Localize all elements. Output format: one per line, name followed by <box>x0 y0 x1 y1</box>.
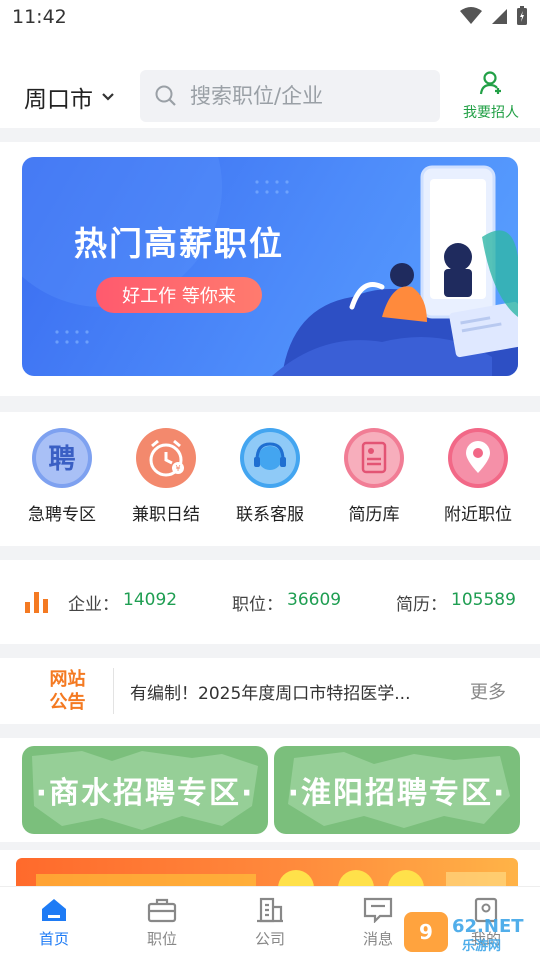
status-icons <box>460 6 528 26</box>
tab-home[interactable]: 首页 <box>0 887 108 960</box>
recruit-label: 我要招人 <box>463 105 519 121</box>
stat-value: 14092 <box>123 589 178 610</box>
location-pin-icon <box>448 428 508 488</box>
zone-label: ·淮阳招聘专区· <box>287 776 507 811</box>
battery-icon <box>517 6 527 25</box>
svg-text:乐游网: 乐游网 <box>462 938 501 954</box>
tab-companies[interactable]: 公司 <box>216 887 324 960</box>
cell-signal-icon <box>492 9 507 24</box>
zone-huaiyang[interactable]: ·淮阳招聘专区· <box>274 746 520 834</box>
city-selector[interactable]: 周口市 <box>24 80 115 114</box>
promo-strip[interactable] <box>16 858 518 888</box>
notice-section: 网站 公告 有编制！2025年度周口市特招医学... 更多 <box>0 658 540 724</box>
status-time: 11:42 <box>12 6 67 28</box>
zone-shangshui[interactable]: ·商水招聘专区· <box>22 746 268 834</box>
quick-link-part-time[interactable]: ¥ 兼职日结 <box>114 428 218 525</box>
tab-label: 首页 <box>38 930 69 948</box>
stat-jobs: 职位： 36609 <box>232 590 396 615</box>
notice-bar[interactable]: 网站 公告 有编制！2025年度周口市特招医学... 更多 <box>0 658 540 724</box>
watermark-logo: 9 62.NET 乐游网 <box>404 910 534 954</box>
tab-label: 消息 <box>362 930 393 948</box>
quick-link-label: 简历库 <box>348 505 400 525</box>
stats-section: 企业： 14092 职位： 36609 简历： 105589 <box>0 560 540 644</box>
stat-value: 36609 <box>287 589 342 610</box>
quick-link-label: 附近职位 <box>444 505 512 525</box>
stat-value: 105589 <box>451 589 516 610</box>
recruit-button[interactable]: 我要招人 <box>458 70 524 122</box>
user-add-icon <box>479 71 501 95</box>
banner-pill: 好工作 等你来 <box>96 277 262 313</box>
hiring-badge-icon: 聘 <box>32 428 92 488</box>
alarm-clock-icon: ¥ <box>136 428 196 488</box>
wifi-icon <box>460 7 482 24</box>
stat-label: 简历： <box>396 594 447 615</box>
quick-links-section: 聘 急聘专区 ¥ 兼职日结 联系客服 简历库 附近职位 <box>0 412 540 546</box>
home-icon <box>42 899 66 921</box>
notice-tag-line: 公告 <box>49 692 86 713</box>
status-bar: 11:42 <box>0 0 540 36</box>
bar-chart-icon <box>25 592 48 613</box>
quick-link-label: 急聘专区 <box>28 505 96 525</box>
banner-illustration <box>22 157 518 376</box>
zone-label: ·商水招聘专区· <box>35 776 255 811</box>
search-icon <box>155 85 176 106</box>
tab-label: 公司 <box>254 930 285 948</box>
resume-document-icon <box>344 428 404 488</box>
tab-jobs[interactable]: 职位 <box>108 887 216 960</box>
quick-link-customer-service[interactable]: 联系客服 <box>218 428 322 525</box>
promo-banner[interactable]: 热门高薪职位 好工作 等你来 <box>22 157 518 376</box>
city-label: 周口市 <box>24 87 93 113</box>
tab-label: 职位 <box>146 930 177 948</box>
banner-title: 热门高薪职位 <box>74 224 284 263</box>
briefcase-icon <box>147 898 177 923</box>
notice-tag-line: 网站 <box>49 669 86 690</box>
quick-link-urgent-hiring[interactable]: 聘 急聘专区 <box>10 428 114 525</box>
notice-more-link[interactable]: 更多 <box>470 678 506 704</box>
svg-text:9: 9 <box>419 920 433 944</box>
svg-text:62.NET: 62.NET <box>452 916 524 937</box>
svg-text:聘: 聘 <box>49 444 76 475</box>
quick-link-resume-library[interactable]: 简历库 <box>322 428 426 525</box>
stat-resumes: 简历： 105589 <box>396 590 516 615</box>
stat-label: 职位： <box>232 594 283 615</box>
search-box[interactable] <box>140 70 440 122</box>
quick-links-row: 聘 急聘专区 ¥ 兼职日结 联系客服 简历库 附近职位 <box>0 428 540 525</box>
chevron-down-icon <box>102 93 114 101</box>
notice-text[interactable]: 有编制！2025年度周口市特招医学... <box>130 679 452 704</box>
svg-text:¥: ¥ <box>175 464 180 473</box>
building-icon <box>257 897 283 923</box>
promo-graphic <box>36 870 506 888</box>
quick-link-nearby-jobs[interactable]: 附近职位 <box>426 428 530 525</box>
quick-link-label: 兼职日结 <box>132 505 200 525</box>
stat-label: 企业： <box>68 594 119 615</box>
stat-companies: 企业： 14092 <box>68 590 232 615</box>
stats-row: 企业： 14092 职位： 36609 简历： 105589 <box>0 560 540 644</box>
search-input[interactable] <box>190 84 430 108</box>
message-icon <box>363 897 393 923</box>
headset-icon <box>240 428 300 488</box>
notice-tag: 网站 公告 <box>22 668 114 714</box>
header: 周口市 我要招人 <box>0 36 540 128</box>
quick-link-label: 联系客服 <box>236 505 304 525</box>
